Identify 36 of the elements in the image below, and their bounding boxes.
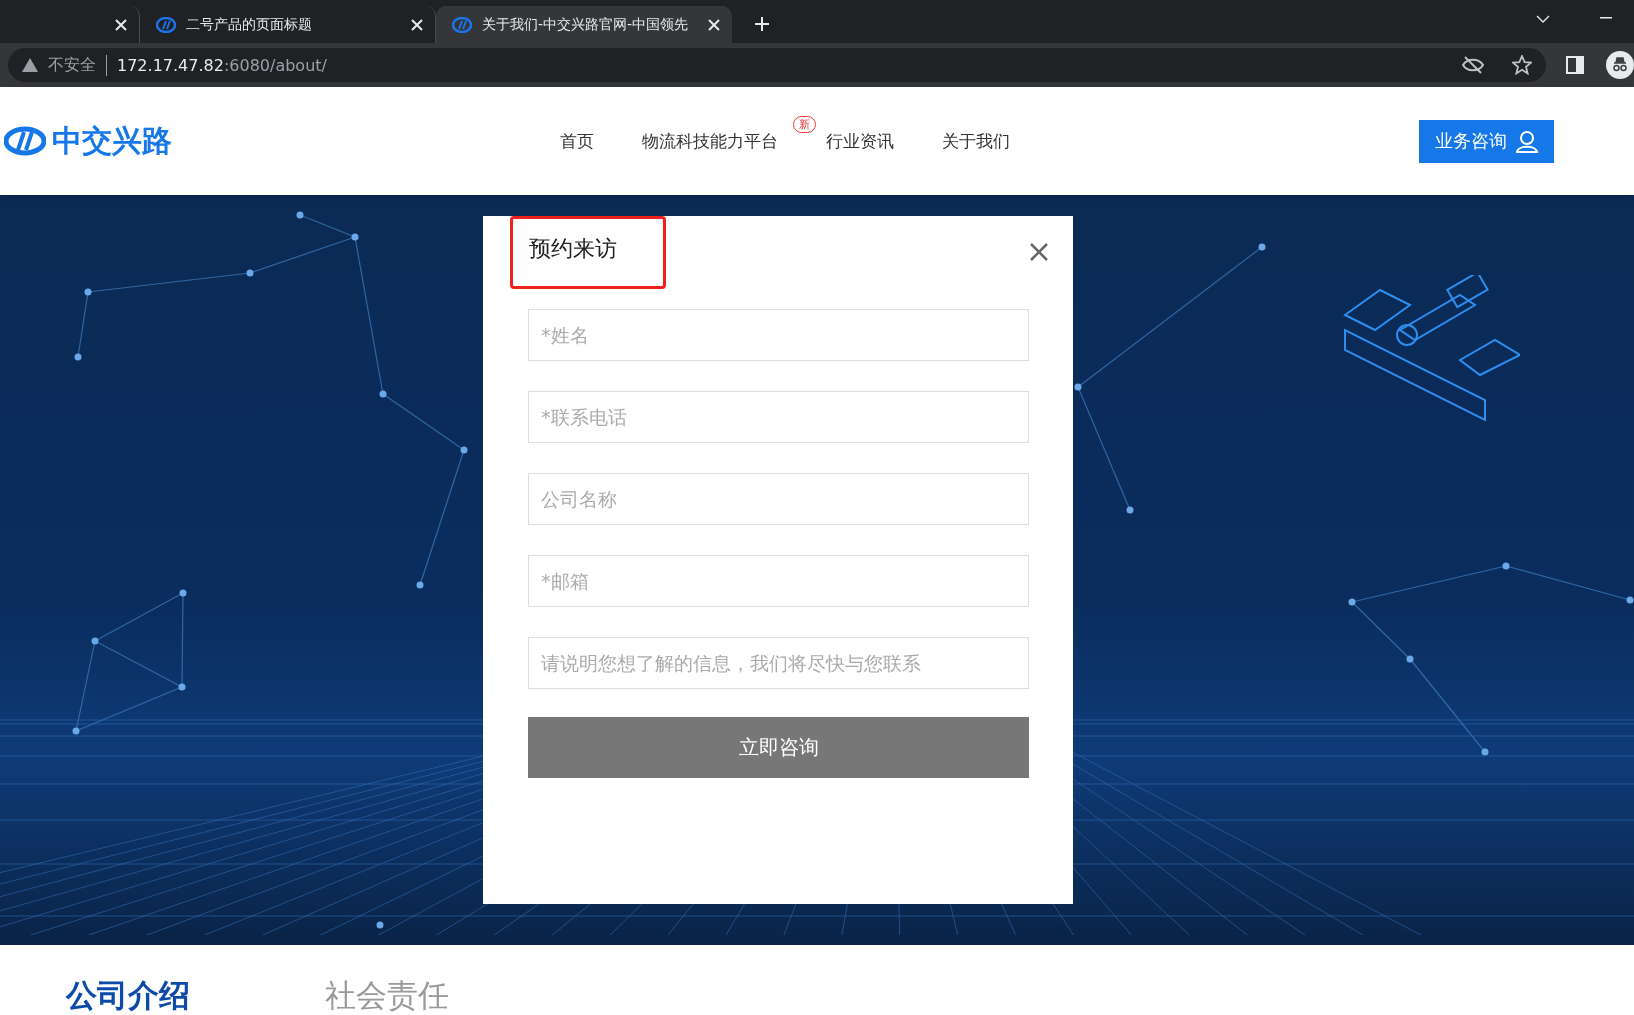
- input-field[interactable]: *联系电话: [528, 391, 1029, 443]
- tab-title: 关于我们-中交兴路官网-中国领先: [482, 15, 690, 34]
- star-icon[interactable]: [1512, 55, 1532, 75]
- section-tab[interactable]: 公司介绍: [66, 975, 190, 1015]
- side-panel-icon[interactable]: [1566, 56, 1584, 74]
- nav-link[interactable]: 行业资讯: [826, 129, 894, 153]
- tab-title: 二号产品的页面标题: [186, 15, 313, 34]
- new-badge: 新: [793, 115, 816, 133]
- warning-icon: [22, 58, 38, 72]
- chevron-down-icon[interactable]: [1536, 15, 1550, 23]
- minimize-icon[interactable]: [1600, 17, 1612, 19]
- input-field[interactable]: 公司名称: [528, 473, 1029, 525]
- incognito-icon[interactable]: [1606, 51, 1634, 79]
- close-icon[interactable]: [411, 18, 423, 31]
- close-icon: [1029, 242, 1049, 262]
- nav-link[interactable]: 首页: [560, 129, 594, 153]
- user-icon: [1514, 129, 1539, 153]
- eye-slash-icon[interactable]: [1462, 56, 1484, 74]
- site-logo-icon: [452, 16, 472, 33]
- nav-link[interactable]: 关于我们: [942, 129, 1010, 153]
- input-field[interactable]: *姓名: [528, 309, 1029, 361]
- close-icon[interactable]: [708, 18, 720, 31]
- close-button[interactable]: [1029, 242, 1049, 262]
- input-field[interactable]: 请说明您想了解的信息，我们将尽快与您联系: [528, 637, 1029, 689]
- dialog-title: 预约来访: [510, 216, 666, 289]
- security-label[interactable]: 不安全: [48, 54, 107, 76]
- site-logo-icon: [156, 16, 176, 33]
- consult-button[interactable]: 业务咨询: [1419, 119, 1554, 163]
- submit-button[interactable]: 立即咨询: [528, 717, 1029, 778]
- new-tab-icon[interactable]: [754, 16, 770, 32]
- close-icon[interactable]: [115, 18, 127, 31]
- logo-icon: [4, 126, 46, 156]
- input-field[interactable]: *邮箱: [528, 555, 1029, 607]
- url-text[interactable]: 172.17.47.82:6080/about/: [117, 55, 327, 75]
- browser-tab[interactable]: 关于我们-中交兴路官网-中国领先: [436, 6, 732, 43]
- logo-text[interactable]: 中交兴路: [52, 120, 172, 162]
